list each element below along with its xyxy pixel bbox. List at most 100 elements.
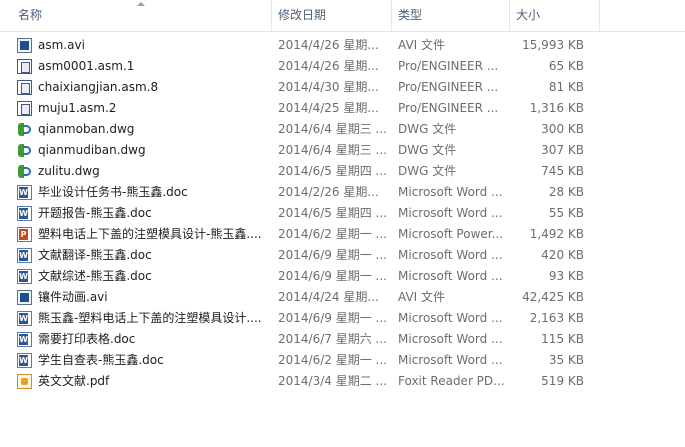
file-type: Pro/ENGINEER ... — [398, 80, 499, 94]
file-icon-cell — [17, 245, 33, 266]
file-name: 英文文献.pdf — [38, 374, 110, 388]
file-icon-cell — [17, 140, 33, 161]
file-date-modified: 2014/6/9 星期一 ... — [278, 269, 387, 283]
file-size: 1,492 KB — [529, 227, 584, 241]
file-type: Microsoft Word ... — [398, 311, 503, 325]
file-size: 81 KB — [548, 80, 584, 94]
file-date-modified: 2014/6/5 星期四 ... — [278, 164, 387, 178]
proe-file-icon — [17, 80, 32, 95]
file-date-modified: 2014/4/26 星期... — [278, 38, 379, 52]
file-row[interactable]: muju1.asm.2 2014/4/25 星期... Pro/ENGINEER .… — [0, 98, 685, 119]
file-size: 55 KB — [548, 206, 584, 220]
file-icon-cell — [17, 161, 33, 182]
file-type: DWG 文件 — [398, 164, 457, 178]
file-name: 开题报告-熊玉鑫.doc — [38, 206, 152, 220]
file-icon-cell — [17, 287, 33, 308]
file-type: Microsoft Word ... — [398, 248, 503, 262]
column-header-size[interactable]: 大小 — [510, 0, 600, 31]
file-size: 2,163 KB — [529, 311, 584, 325]
file-name: 熊玉鑫-塑料电话上下盖的注塑模具设计.... — [38, 311, 262, 325]
file-row[interactable]: 塑料电话上下盖的注塑模具设计-熊玉鑫.... 2014/6/2 星期一 ... Mi… — [0, 224, 685, 245]
file-type: Microsoft Power... — [398, 227, 504, 241]
file-size: 307 KB — [541, 143, 584, 157]
file-date-modified: 2014/6/7 星期六 ... — [278, 332, 387, 346]
dwg-file-icon — [17, 122, 32, 137]
word-doc-icon — [17, 248, 32, 263]
file-type: Foxit Reader PD... — [398, 374, 504, 388]
file-name: qianmoban.dwg — [38, 122, 135, 136]
word-doc-icon — [17, 353, 32, 368]
powerpoint-icon — [17, 227, 32, 242]
file-type: Pro/ENGINEER ... — [398, 59, 499, 73]
file-size: 35 KB — [548, 353, 584, 367]
file-icon-cell — [17, 119, 33, 140]
file-icon-cell — [17, 35, 33, 56]
column-header-name[interactable]: 名称 — [12, 0, 272, 31]
file-name: 文献综述-熊玉鑫.doc — [38, 269, 152, 283]
column-header-date-modified[interactable]: 修改日期 — [272, 0, 392, 31]
file-size: 420 KB — [541, 248, 584, 262]
file-type: DWG 文件 — [398, 143, 457, 157]
file-name: 镶件动画.avi — [38, 290, 108, 304]
pdf-file-icon — [17, 374, 32, 389]
proe-file-icon — [17, 101, 32, 116]
file-row[interactable]: zulitu.dwg 2014/6/5 星期四 ... DWG 文件 745 KB — [0, 161, 685, 182]
file-row[interactable]: 镶件动画.avi 2014/4/24 星期... AVI 文件 42,425 KB — [0, 287, 685, 308]
file-type: DWG 文件 — [398, 122, 457, 136]
file-name: 塑料电话上下盖的注塑模具设计-熊玉鑫.... — [38, 227, 262, 241]
avi-video-icon — [17, 38, 32, 53]
file-type: AVI 文件 — [398, 38, 446, 52]
file-date-modified: 2014/6/9 星期一 ... — [278, 311, 387, 325]
file-date-modified: 2014/4/26 星期... — [278, 59, 379, 73]
word-doc-icon — [17, 206, 32, 221]
proe-file-icon — [17, 59, 32, 74]
file-row[interactable]: 需要打印表格.doc 2014/6/7 星期六 ... Microsoft Word… — [0, 329, 685, 350]
file-row[interactable]: 文献综述-熊玉鑫.doc 2014/6/9 星期一 ... Microsoft Wo… — [0, 266, 685, 287]
file-date-modified: 2014/6/9 星期一 ... — [278, 248, 387, 262]
file-name: 学生自查表-熊玉鑫.doc — [38, 353, 164, 367]
column-header-type[interactable]: 类型 — [392, 0, 510, 31]
file-icon-cell — [17, 371, 33, 392]
file-row[interactable]: asm.avi 2014/4/26 星期... AVI 文件 15,993 KB — [0, 35, 685, 56]
file-name: muju1.asm.2 — [38, 101, 117, 115]
file-row[interactable]: 毕业设计任务书-熊玉鑫.doc 2014/2/26 星期... Microsoft … — [0, 182, 685, 203]
word-doc-icon — [17, 311, 32, 326]
file-explorer-list: 名称 修改日期 类型 大小 asm.avi 2014/4/26 星期... AVI … — [0, 0, 685, 447]
file-date-modified: 2014/6/4 星期三 ... — [278, 143, 387, 157]
file-icon-cell — [17, 203, 33, 224]
file-date-modified: 2014/6/2 星期一 ... — [278, 227, 387, 241]
file-icon-cell — [17, 350, 33, 371]
file-date-modified: 2014/2/26 星期... — [278, 185, 379, 199]
file-icon-cell — [17, 266, 33, 287]
file-type: Microsoft Word ... — [398, 206, 503, 220]
file-name: zulitu.dwg — [38, 164, 100, 178]
file-name: asm.avi — [38, 38, 85, 52]
file-list: asm.avi 2014/4/26 星期... AVI 文件 15,993 KB asm… — [0, 35, 685, 392]
file-row[interactable]: 熊玉鑫-塑料电话上下盖的注塑模具设计.... 2014/6/9 星期一 ... Mi… — [0, 308, 685, 329]
file-size: 65 KB — [548, 59, 584, 73]
file-size: 28 KB — [548, 185, 584, 199]
file-icon-cell — [17, 77, 33, 98]
column-header-bar: 名称 修改日期 类型 大小 — [0, 0, 685, 32]
file-row[interactable]: qianmudiban.dwg 2014/6/4 星期三 ... DWG 文件 307… — [0, 140, 685, 161]
file-row[interactable]: asm0001.asm.1 2014/4/26 星期... Pro/ENGINEER… — [0, 56, 685, 77]
file-size: 42,425 KB — [522, 290, 584, 304]
file-icon-cell — [17, 182, 33, 203]
file-icon-cell — [17, 308, 33, 329]
file-row[interactable]: chaixiangjian.asm.8 2014/4/30 星期... Pro/EN… — [0, 77, 685, 98]
file-date-modified: 2014/4/25 星期... — [278, 101, 379, 115]
dwg-file-icon — [17, 143, 32, 158]
word-doc-icon — [17, 185, 32, 200]
file-row[interactable]: 文献翻译-熊玉鑫.doc 2014/6/9 星期一 ... Microsoft Wo… — [0, 245, 685, 266]
file-size: 519 KB — [541, 374, 584, 388]
file-row[interactable]: 学生自查表-熊玉鑫.doc 2014/6/2 星期一 ... Microsoft W… — [0, 350, 685, 371]
file-size: 300 KB — [541, 122, 584, 136]
file-row[interactable]: 英文文献.pdf 2014/3/4 星期二 ... Foxit Reader PD.… — [0, 371, 685, 392]
file-row[interactable]: 开题报告-熊玉鑫.doc 2014/6/5 星期四 ... Microsoft Wo… — [0, 203, 685, 224]
file-icon-cell — [17, 329, 33, 350]
file-size: 115 KB — [541, 332, 584, 346]
file-type: Microsoft Word ... — [398, 269, 503, 283]
file-date-modified: 2014/6/4 星期三 ... — [278, 122, 387, 136]
file-row[interactable]: qianmoban.dwg 2014/6/4 星期三 ... DWG 文件 300 K… — [0, 119, 685, 140]
file-date-modified: 2014/6/5 星期四 ... — [278, 206, 387, 220]
